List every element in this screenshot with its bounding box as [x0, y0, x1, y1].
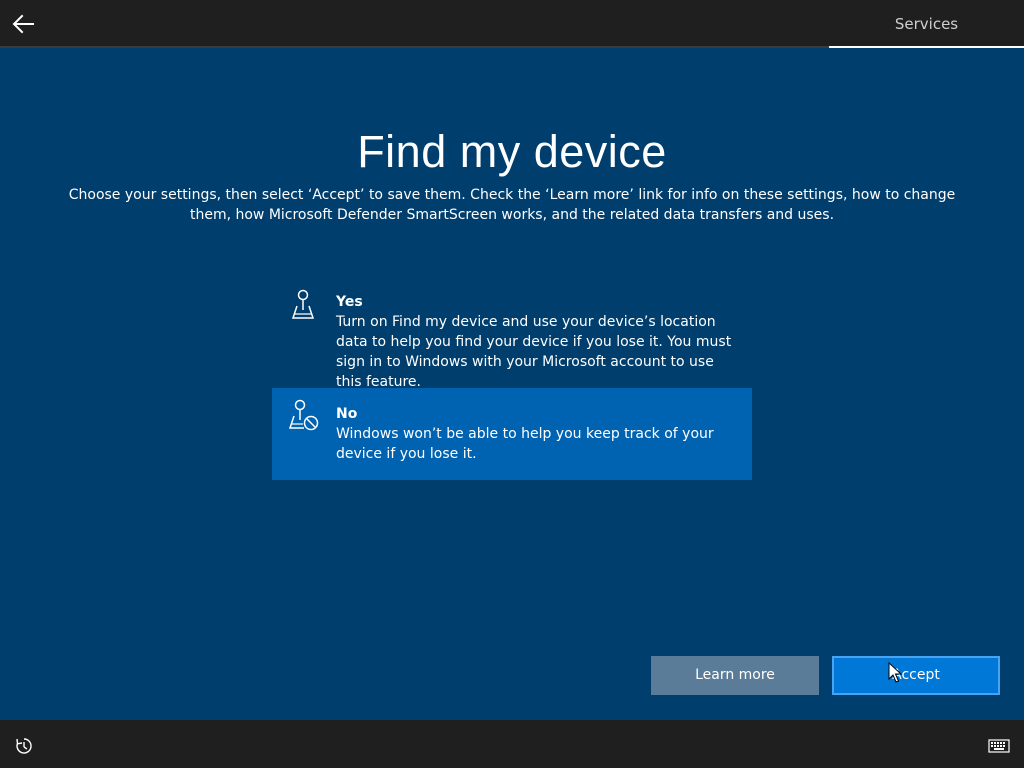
tab-services-label: Services — [894, 15, 959, 33]
page-title: Find my device — [357, 126, 667, 177]
bottom-bar — [0, 720, 1024, 768]
back-button[interactable] — [8, 8, 40, 40]
main-panel: Find my device Choose your settings, the… — [0, 48, 1024, 720]
learn-more-button[interactable]: Learn more — [651, 656, 819, 695]
option-yes[interactable]: Yes Turn on Find my device and use your … — [272, 288, 752, 390]
option-yes-description: Turn on Find my device and use your devi… — [336, 314, 732, 390]
keyboard-icon — [988, 739, 1010, 753]
option-yes-title: Yes — [336, 294, 363, 310]
tab-services: Services — [829, 0, 1024, 48]
accept-button[interactable]: Accept — [832, 656, 1000, 695]
keyboard-button[interactable] — [988, 738, 1010, 753]
page-subtitle: Choose your settings, then select ‘Accep… — [68, 187, 956, 223]
ease-of-access-icon — [16, 738, 32, 754]
top-bar: Services — [0, 0, 1024, 48]
map-pin-blocked-icon — [286, 398, 320, 432]
ease-of-access-button[interactable] — [14, 736, 34, 756]
option-no-title: No — [336, 406, 358, 422]
option-no-description: Windows won’t be able to help you keep t… — [336, 426, 714, 462]
back-arrow-icon — [12, 14, 34, 34]
map-pin-icon — [286, 288, 320, 322]
option-no[interactable]: No Windows won’t be able to help you kee… — [272, 388, 752, 480]
